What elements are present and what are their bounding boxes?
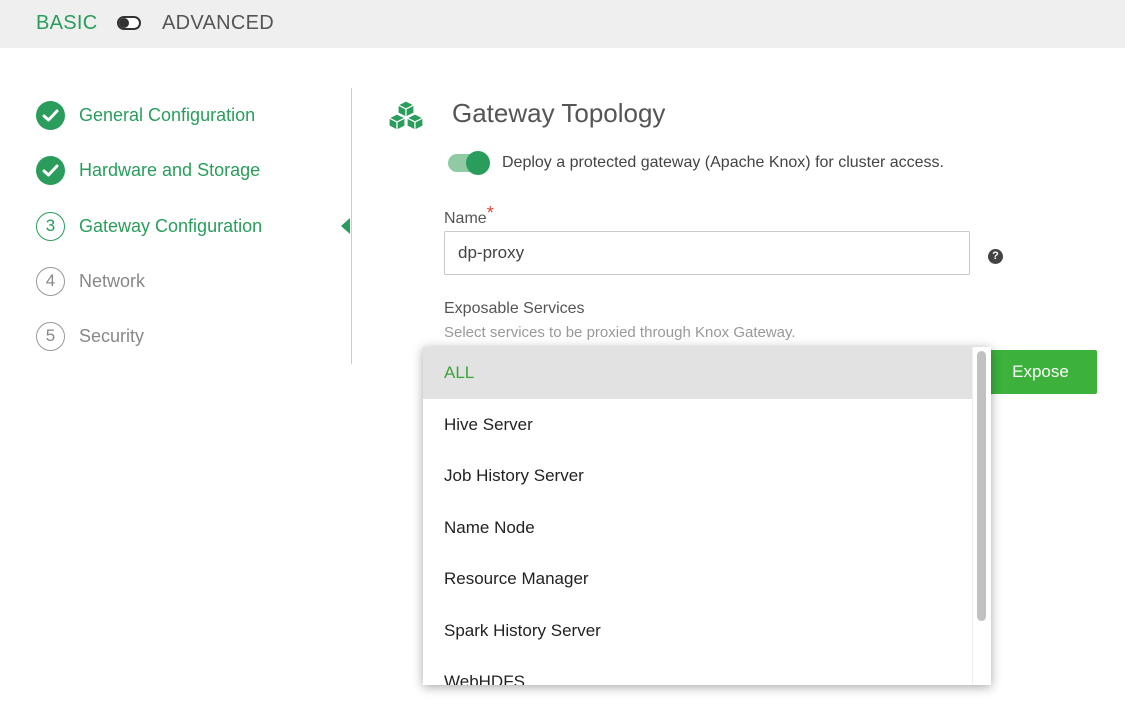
step-label: General Configuration (79, 105, 256, 125)
knox-gateway-toggle-label: Deploy a protected gateway (Apache Knox)… (502, 154, 944, 171)
name-label-text: Name (444, 210, 487, 227)
dropdown-option-resource-manager[interactable]: Resource Manager (423, 553, 972, 605)
step-number: 3 (36, 212, 65, 241)
steps-divider (351, 88, 352, 364)
expose-button[interactable]: Expose (984, 350, 1097, 394)
required-mark: * (486, 203, 494, 223)
dropdown-option-job-history-server[interactable]: Job History Server (423, 450, 972, 502)
step-number: 5 (36, 322, 65, 351)
section-title: Gateway Topology (452, 98, 666, 128)
mode-toggle-knob (119, 18, 129, 28)
step-label: Security (79, 326, 145, 346)
mode-basic-label[interactable]: BASIC (36, 12, 98, 35)
services-dropdown-list: ALL Hive Server Job History Server Name … (423, 347, 972, 685)
name-field-label: Name* (444, 203, 494, 228)
name-input[interactable] (444, 231, 970, 275)
dropdown-option-spark-history-server[interactable]: Spark History Server (423, 605, 972, 657)
mode-toggle[interactable] (117, 16, 141, 30)
step-label: Network (79, 271, 146, 291)
dropdown-option-all[interactable]: ALL (423, 347, 972, 399)
cubes-icon (388, 100, 424, 130)
dropdown-option-webhdfs[interactable]: WebHDFS (423, 656, 972, 685)
mode-bar: BASIC ADVANCED (0, 0, 1125, 48)
dropdown-scrollbar-thumb[interactable] (977, 351, 986, 621)
services-dropdown: ALL Hive Server Job History Server Name … (423, 347, 991, 685)
exposable-services-label: Exposable Services (444, 300, 585, 317)
exposable-services-help: Select services to be proxied through Kn… (444, 324, 796, 341)
toggle-knob (466, 151, 490, 175)
step-label: Hardware and Storage (79, 160, 261, 180)
check-icon (36, 101, 65, 130)
step-number: 4 (36, 267, 65, 296)
knox-gateway-toggle[interactable] (448, 151, 490, 175)
dropdown-option-name-node[interactable]: Name Node (423, 502, 972, 554)
dropdown-option-hive-server[interactable]: Hive Server (423, 399, 972, 451)
active-step-pointer (341, 218, 350, 234)
mode-advanced-label[interactable]: ADVANCED (162, 12, 274, 35)
check-icon (36, 156, 65, 185)
step-label: Gateway Configuration (79, 216, 263, 236)
help-icon[interactable]: ? (988, 249, 1003, 264)
